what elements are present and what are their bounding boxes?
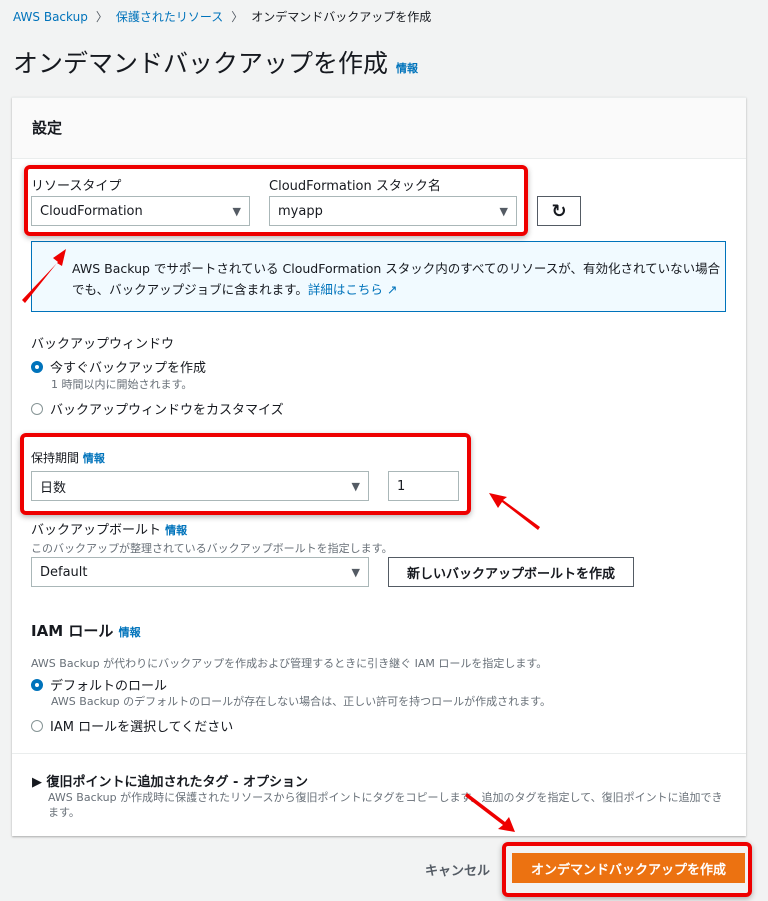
annotation-arrows [22, 249, 540, 832]
arrow-icon [22, 249, 540, 832]
